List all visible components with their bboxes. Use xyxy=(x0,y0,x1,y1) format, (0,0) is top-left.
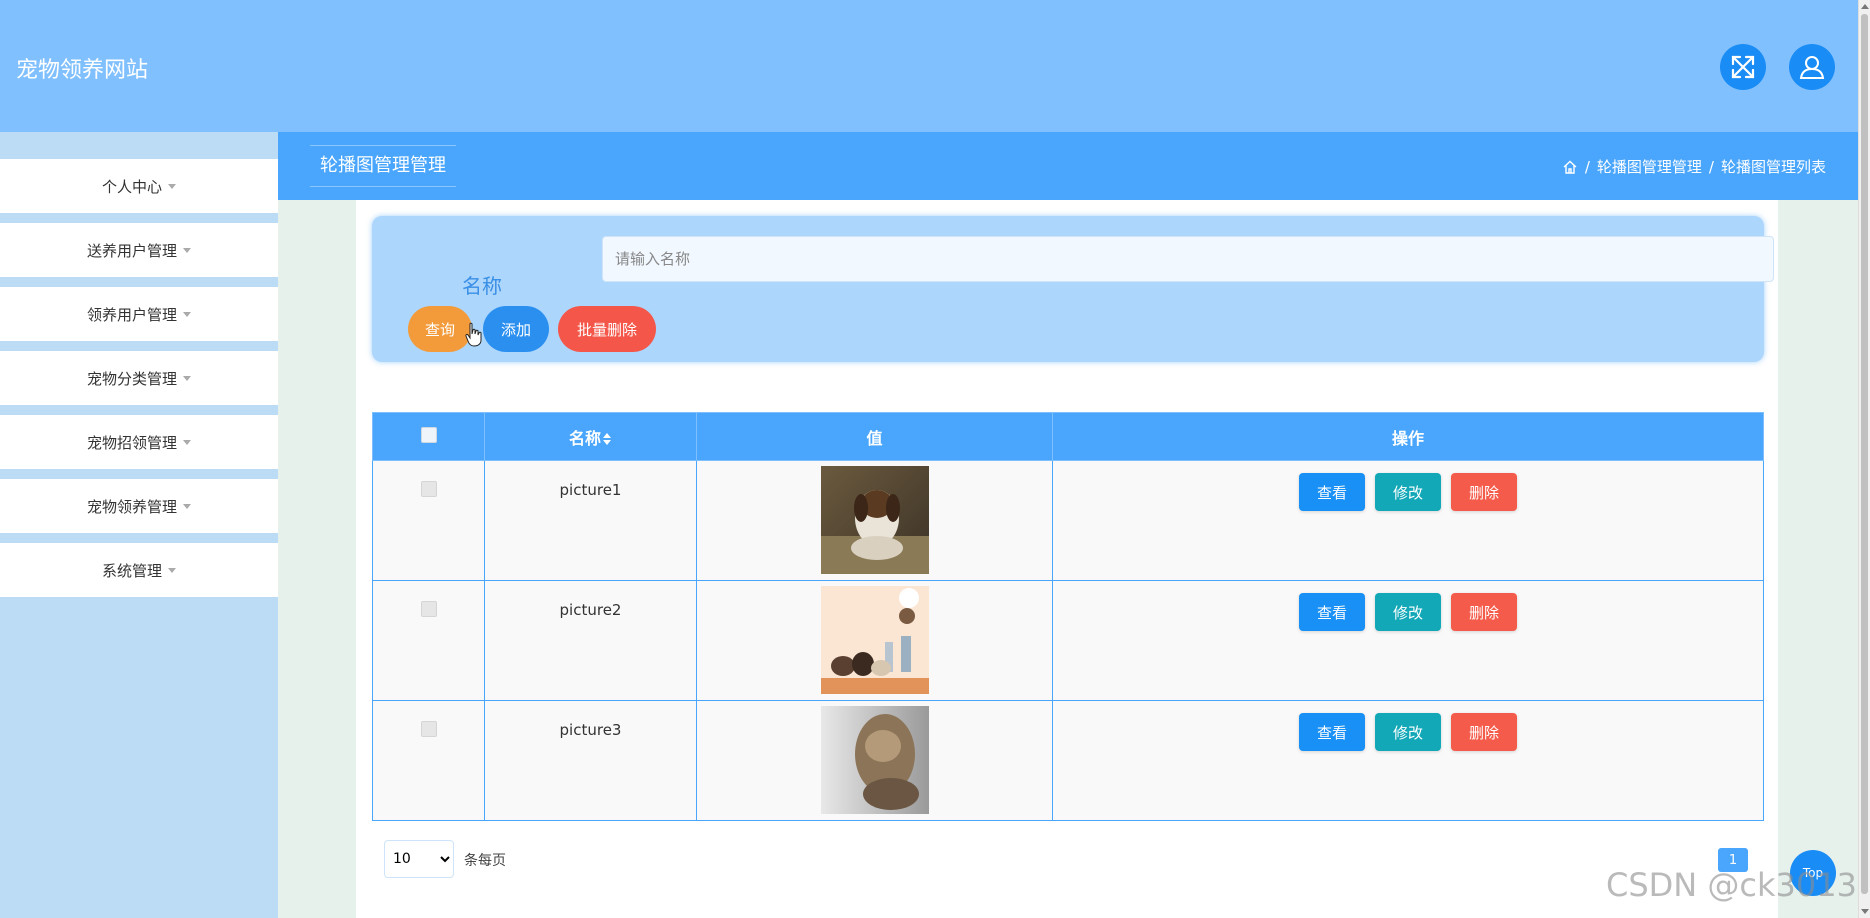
row-value-cell xyxy=(696,460,1053,581)
view-button[interactable]: 查看 xyxy=(1299,593,1365,631)
row-name: picture2 xyxy=(484,580,697,701)
sidebar-item-adopter-users[interactable]: 领养用户管理 xyxy=(0,287,278,341)
sidebar-item-system[interactable]: 系统管理 xyxy=(0,543,278,597)
name-header-label: 名称 xyxy=(568,428,601,448)
breadcrumb-item-module[interactable]: 轮播图管理管理 xyxy=(1597,156,1702,177)
select-all-header xyxy=(372,412,485,461)
row-actions-cell: 查看 修改 删除 xyxy=(1052,460,1764,581)
expand-icon xyxy=(1731,55,1755,79)
breadcrumb-bar: 轮播图管理管理 / 轮播图管理管理 / 轮播图管理列表 xyxy=(278,132,1858,200)
query-button[interactable]: 查询 xyxy=(408,306,472,352)
row-value-cell xyxy=(696,580,1053,701)
breadcrumb-separator: / xyxy=(1708,157,1714,176)
select-all-checkbox[interactable] xyxy=(420,426,437,443)
sidebar-item-label: 宠物分类管理 xyxy=(86,369,177,388)
sidebar: 个人中心 送养用户管理 领养用户管理 宠物分类管理 宠物招领管理 宠物领养管理 … xyxy=(0,132,278,918)
row-actions-cell: 查看 修改 删除 xyxy=(1052,580,1764,701)
carousel-image-cat xyxy=(820,706,929,814)
row-select-cell xyxy=(372,700,485,821)
value-column-header: 值 xyxy=(696,412,1053,461)
sidebar-item-sender-users[interactable]: 送养用户管理 xyxy=(0,223,278,277)
edit-button[interactable]: 修改 xyxy=(1375,473,1441,511)
home-icon[interactable] xyxy=(1562,159,1578,175)
table-header-row: 名称 值 操作 xyxy=(372,412,1764,461)
caret-down-icon xyxy=(168,567,176,573)
caret-down-icon xyxy=(183,503,191,509)
sidebar-item-label: 领养用户管理 xyxy=(86,305,177,324)
table-row: picture3 查看 修改 删除 xyxy=(372,700,1764,821)
breadcrumb-separator: / xyxy=(1584,157,1590,176)
scroll-up-icon[interactable] xyxy=(1861,4,1869,9)
view-button[interactable]: 查看 xyxy=(1299,713,1365,751)
sort-icon[interactable] xyxy=(602,433,612,445)
breadcrumb: / 轮播图管理管理 / 轮播图管理列表 xyxy=(1562,156,1826,177)
add-button[interactable]: 添加 xyxy=(483,306,549,352)
row-value-cell xyxy=(696,700,1053,821)
row-name: picture3 xyxy=(484,700,697,821)
view-button[interactable]: 查看 xyxy=(1299,473,1365,511)
name-label: 名称 xyxy=(462,274,502,298)
actions-column-header: 操作 xyxy=(1052,412,1764,461)
row-name: picture1 xyxy=(484,460,697,581)
edit-button[interactable]: 修改 xyxy=(1375,593,1441,631)
carousel-image-cartoon-pets xyxy=(820,586,929,694)
row-checkbox[interactable] xyxy=(420,721,437,737)
search-panel: 名称 查询 添加 批量删除 xyxy=(372,216,1774,362)
breadcrumb-item-list: 轮播图管理列表 xyxy=(1720,158,1826,176)
delete-button[interactable]: 删除 xyxy=(1451,593,1517,631)
delete-button[interactable]: 删除 xyxy=(1451,713,1517,751)
table-row: picture1 查看 修改 删除 xyxy=(372,460,1764,581)
row-checkbox[interactable] xyxy=(420,601,437,617)
user-icon xyxy=(1799,56,1825,79)
row-actions-cell: 查看 修改 删除 xyxy=(1052,700,1764,821)
carousel-image-dog xyxy=(820,466,929,574)
caret-down-icon xyxy=(183,311,191,317)
sidebar-item-personal-center[interactable]: 个人中心 xyxy=(0,159,278,213)
batch-delete-button[interactable]: 批量删除 xyxy=(558,306,656,352)
sidebar-item-label: 送养用户管理 xyxy=(86,241,177,260)
sidebar-item-label: 个人中心 xyxy=(101,177,162,196)
hand-cursor-icon xyxy=(465,322,482,347)
page-scrollbar[interactable] xyxy=(1858,0,1870,918)
row-checkbox[interactable] xyxy=(420,481,437,497)
sidebar-item-pet-adoption[interactable]: 宠物领养管理 xyxy=(0,479,278,533)
scrollbar-thumb[interactable] xyxy=(1861,14,1868,894)
delete-button[interactable]: 删除 xyxy=(1451,473,1517,511)
name-column-header[interactable]: 名称 xyxy=(484,412,697,461)
table-row: picture2 查看 修改 删除 xyxy=(372,580,1764,701)
scroll-down-icon[interactable] xyxy=(1861,909,1869,914)
page-title: 轮播图管理管理 xyxy=(310,145,456,187)
sidebar-item-pet-found[interactable]: 宠物招领管理 xyxy=(0,415,278,469)
caret-down-icon xyxy=(183,439,191,445)
data-table: 名称 值 操作 picture1 查看 修改 删除 picture2 查看 修改… xyxy=(372,412,1764,821)
sidebar-item-pet-category[interactable]: 宠物分类管理 xyxy=(0,351,278,405)
row-select-cell xyxy=(372,580,485,701)
site-title: 宠物领养网站 xyxy=(16,58,149,83)
caret-down-icon xyxy=(168,183,176,189)
sidebar-item-label: 宠物领养管理 xyxy=(86,497,177,516)
fullscreen-button[interactable] xyxy=(1720,44,1766,90)
caret-down-icon xyxy=(183,247,191,253)
main-content: 名称 查询 添加 批量删除 名称 值 操作 picture1 xyxy=(356,200,1778,918)
sidebar-item-label: 系统管理 xyxy=(101,561,162,580)
watermark: CSDN @ck3013 xyxy=(1606,866,1857,904)
row-select-cell xyxy=(372,460,485,581)
page-size-select[interactable]: 10 xyxy=(384,840,454,878)
name-search-input[interactable] xyxy=(602,236,1774,282)
top-header: 宠物领养网站 xyxy=(0,0,1858,132)
caret-down-icon xyxy=(183,375,191,381)
per-page-label: 条每页 xyxy=(464,853,506,869)
user-menu-button[interactable] xyxy=(1789,44,1835,90)
sidebar-item-label: 宠物招领管理 xyxy=(86,433,177,452)
edit-button[interactable]: 修改 xyxy=(1375,713,1441,751)
